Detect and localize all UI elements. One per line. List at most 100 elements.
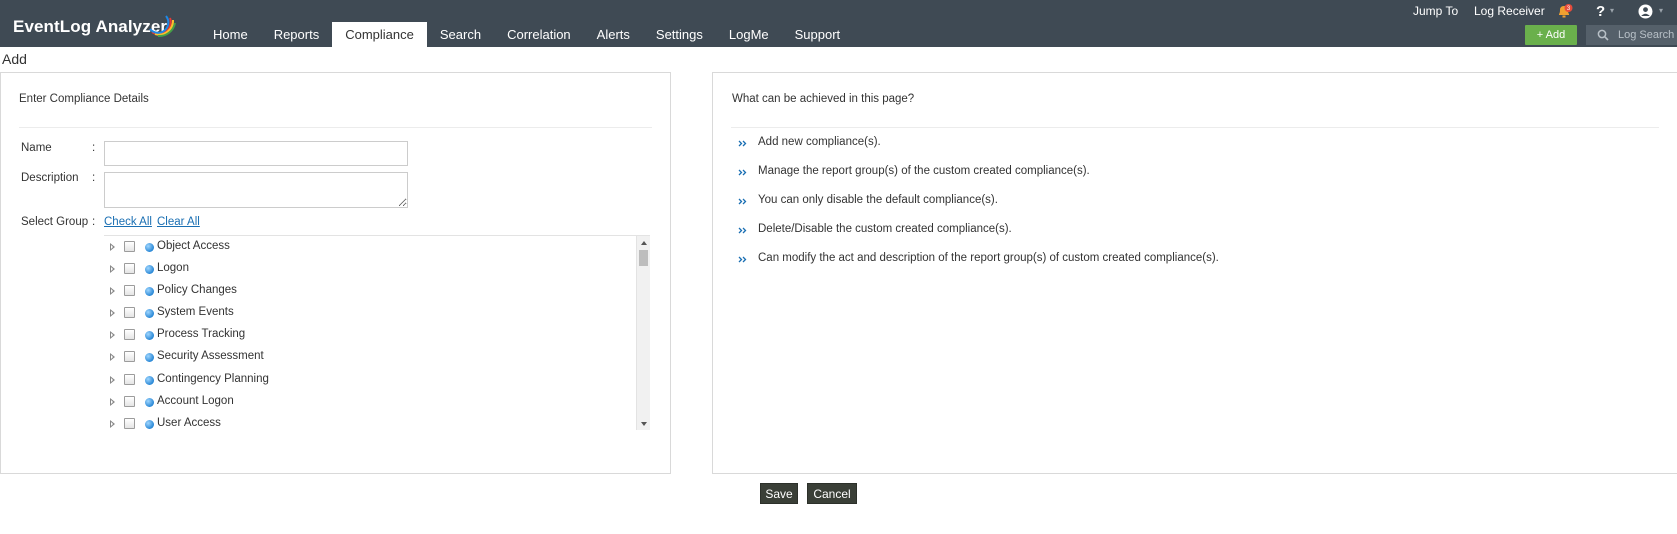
scroll-thumb[interactable] [639, 250, 648, 266]
main-nav: Home Reports Compliance Search Correlati… [200, 22, 853, 47]
description-label: Description [21, 172, 79, 184]
nav-logme[interactable]: LogMe [716, 22, 782, 47]
tree-row[interactable]: Object Access [104, 237, 624, 257]
group-checkbox[interactable] [124, 285, 135, 296]
blue-globe-icon [145, 265, 154, 274]
name-colon: : [92, 142, 96, 154]
tree-row[interactable]: System Events [104, 303, 624, 323]
select-group-label: Select Group [21, 216, 89, 228]
help-panel: What can be achieved in this page? Add n… [712, 72, 1677, 474]
bell-icon[interactable]: 3 [1556, 3, 1574, 19]
log-receiver-link[interactable]: Log Receiver [1474, 4, 1545, 18]
nav-alerts[interactable]: Alerts [584, 22, 643, 47]
group-checkbox[interactable] [124, 263, 135, 274]
expand-triangle-icon[interactable] [110, 287, 115, 295]
name-field[interactable] [104, 141, 408, 166]
page-title: Add [2, 51, 27, 67]
tree-row-label[interactable]: Policy Changes [157, 284, 237, 296]
tree-row[interactable]: User Access [104, 414, 624, 430]
help-item-text: Manage the report group(s) of the custom… [758, 165, 1090, 177]
description-field[interactable] [104, 172, 408, 208]
tree-row-label[interactable]: System Events [157, 306, 234, 318]
jump-to-link[interactable]: Jump To [1413, 4, 1458, 18]
add-button[interactable]: + Add [1525, 25, 1577, 45]
blue-globe-icon [145, 309, 154, 318]
nav-support[interactable]: Support [782, 22, 854, 47]
app-logo-text: EventLog Analyzer [13, 17, 168, 36]
nav-compliance[interactable]: Compliance [332, 22, 427, 47]
help-divider [731, 127, 1659, 128]
tree-row-label[interactable]: Contingency Planning [157, 373, 269, 385]
scroll-down-arrow-icon[interactable] [641, 422, 647, 426]
log-search-placeholder: Log Search [1618, 29, 1675, 41]
expand-triangle-icon[interactable] [110, 309, 115, 317]
tree-row-label[interactable]: Process Tracking [157, 328, 245, 340]
help-caret-icon[interactable]: ▾ [1610, 6, 1614, 15]
expand-triangle-icon[interactable] [110, 353, 115, 361]
tree-row[interactable]: Logon [104, 259, 624, 279]
help-panel-title: What can be achieved in this page? [732, 93, 915, 105]
blue-globe-icon [145, 353, 154, 362]
clear-all-link[interactable]: Clear All [157, 216, 200, 228]
blue-globe-icon [145, 243, 154, 252]
blue-globe-icon [145, 420, 154, 429]
scroll-up-arrow-icon[interactable] [641, 241, 647, 245]
tree-row-label[interactable]: Security Assessment [157, 350, 264, 362]
help-item-text: Delete/Disable the custom created compli… [758, 223, 1012, 235]
expand-triangle-icon[interactable] [110, 243, 115, 251]
expand-triangle-icon[interactable] [110, 331, 115, 339]
tree-row-label[interactable]: Account Logon [157, 395, 234, 407]
expand-triangle-icon[interactable] [110, 376, 115, 384]
name-label: Name [21, 142, 52, 154]
check-all-link[interactable]: Check All [104, 216, 152, 228]
nav-correlation[interactable]: Correlation [494, 22, 584, 47]
expand-triangle-icon[interactable] [110, 420, 115, 428]
nav-search[interactable]: Search [427, 22, 494, 47]
group-checkbox[interactable] [124, 329, 135, 340]
search-icon [1597, 29, 1609, 41]
cancel-button[interactable]: Cancel [807, 483, 857, 504]
double-chevron-icon [738, 140, 747, 147]
top-navigation-bar: EventLog Analyzer Home Reports Complianc… [0, 0, 1677, 47]
tree-row[interactable]: Process Tracking [104, 325, 624, 345]
user-caret-icon[interactable]: ▾ [1659, 6, 1663, 15]
double-chevron-icon [738, 198, 747, 205]
group-checkbox[interactable] [124, 351, 135, 362]
group-checkbox[interactable] [124, 307, 135, 318]
tree-row-label[interactable]: Logon [157, 262, 189, 274]
group-checkbox[interactable] [124, 418, 135, 429]
log-search-input[interactable]: Log Search [1586, 25, 1677, 45]
tree-row[interactable]: Account Logon [104, 392, 624, 412]
compliance-details-panel: Enter Compliance Details Name : Descript… [0, 72, 671, 474]
help-item-text: Add new compliance(s). [758, 136, 881, 148]
help-icon[interactable]: ? [1596, 3, 1605, 20]
group-checkbox[interactable] [124, 396, 135, 407]
blue-globe-icon [145, 331, 154, 340]
help-item-text: Can modify the act and description of th… [758, 252, 1219, 264]
tree-row[interactable]: Security Assessment [104, 347, 624, 367]
select-group-colon: : [92, 216, 96, 228]
expand-triangle-icon[interactable] [110, 265, 115, 273]
blue-globe-icon [145, 376, 154, 385]
help-item-text: You can only disable the default complia… [758, 194, 998, 206]
tree-row-label[interactable]: Object Access [157, 240, 230, 252]
tree-row[interactable]: Contingency Planning [104, 370, 624, 390]
nav-home[interactable]: Home [200, 22, 261, 47]
tree-row[interactable]: Policy Changes [104, 281, 624, 301]
tree-scrollbar[interactable] [636, 236, 650, 430]
blue-globe-icon [145, 287, 154, 296]
logo-swoosh-icon [149, 15, 176, 38]
nav-reports[interactable]: Reports [261, 22, 333, 47]
blue-globe-icon [145, 398, 154, 407]
group-checkbox[interactable] [124, 241, 135, 252]
group-checkbox[interactable] [124, 374, 135, 385]
user-icon[interactable] [1638, 4, 1653, 19]
form-section-title: Enter Compliance Details [19, 93, 149, 105]
tree-row-label[interactable]: User Access [157, 417, 221, 429]
save-button[interactable]: Save [760, 483, 798, 504]
group-tree: Object Access Logon Policy Changes Syste… [104, 235, 650, 430]
description-colon: : [92, 172, 96, 184]
double-chevron-icon [738, 169, 747, 176]
expand-triangle-icon[interactable] [110, 398, 115, 406]
nav-settings[interactable]: Settings [643, 22, 716, 47]
